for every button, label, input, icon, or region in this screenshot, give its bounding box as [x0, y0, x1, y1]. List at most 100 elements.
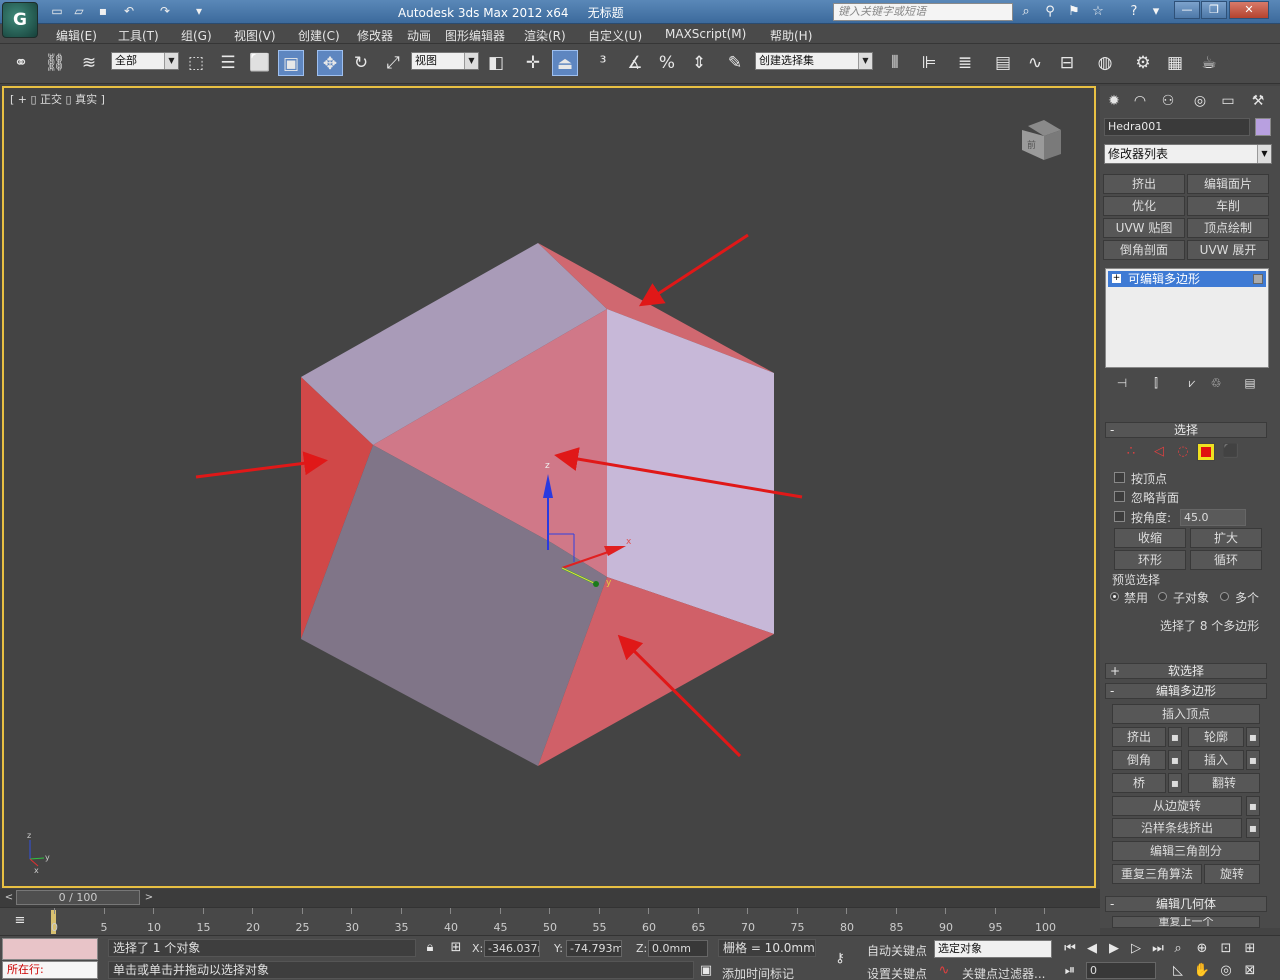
reference-coordinate-dropdown[interactable]: 视图 ▼: [411, 52, 479, 70]
modifier-extrude-button[interactable]: 挤出: [1103, 174, 1185, 194]
redo-icon[interactable]: ↷: [156, 3, 174, 20]
menu-customize[interactable]: 自定义(U): [588, 27, 642, 44]
restore-button[interactable]: ❐: [1201, 1, 1227, 19]
undo-icon[interactable]: ↶: [120, 3, 138, 20]
modifier-optimize-button[interactable]: 优化: [1103, 196, 1185, 216]
menu-tools[interactable]: 工具(T): [118, 27, 159, 44]
rollout-soft-selection[interactable]: + 软选择: [1105, 663, 1267, 679]
modifier-uvw-map-button[interactable]: UVW 贴图: [1103, 218, 1185, 238]
menu-modifiers[interactable]: 修改器: [357, 27, 393, 44]
selection-filter-dropdown[interactable]: 全部 ▼: [111, 52, 179, 70]
preview-multi-radio[interactable]: [1220, 592, 1229, 601]
lock-selection-icon[interactable]: 🔒︎: [420, 939, 440, 957]
show-end-result-icon[interactable]: ⫿: [1146, 376, 1166, 392]
binoculars-icon[interactable]: ⌕: [1016, 3, 1036, 21]
menu-views[interactable]: 视图(V): [234, 27, 276, 44]
object-name-field[interactable]: Hedra001: [1104, 118, 1250, 136]
ring-button[interactable]: 环形: [1114, 550, 1186, 570]
key-icon[interactable]: ⚷: [830, 950, 850, 968]
extrude-button[interactable]: 挤出: [1112, 727, 1166, 747]
material-editor-icon[interactable]: ◍: [1092, 50, 1118, 76]
ignore-backfacing-checkbox[interactable]: [1114, 491, 1125, 502]
time-slider[interactable]: < 0 / 100 >: [0, 889, 1100, 907]
extrude-spline-settings-button[interactable]: ▪: [1246, 818, 1260, 838]
schematic-view-icon[interactable]: ⊟: [1054, 50, 1080, 76]
open-file-icon[interactable]: ▱: [70, 3, 88, 20]
quick-access-dropdown-icon[interactable]: ▾: [190, 3, 208, 20]
make-unique-icon[interactable]: ⩗: [1182, 376, 1202, 392]
close-button[interactable]: ✕: [1229, 1, 1269, 19]
absolute-mode-icon[interactable]: ⊞: [446, 939, 466, 957]
modifier-bevel-profile-button[interactable]: 倒角剖面: [1103, 240, 1185, 260]
modifier-list-dropdown[interactable]: 修改器列表 ▼: [1104, 144, 1272, 164]
spinner-snap-icon[interactable]: ⇕: [686, 50, 712, 76]
unlink-selection-icon[interactable]: ⛓: [42, 50, 68, 76]
select-and-scale-icon[interactable]: ⤢: [380, 50, 406, 76]
angle-value-spinner[interactable]: 45.0: [1180, 509, 1246, 526]
subscription-icon[interactable]: ⚲: [1040, 3, 1060, 21]
stack-item-editable-poly[interactable]: + 可编辑多边形: [1108, 271, 1266, 287]
modifier-stack[interactable]: + 可编辑多边形: [1105, 268, 1269, 368]
new-file-icon[interactable]: ▭: [48, 3, 66, 20]
mini-curve-editor-icon[interactable]: ≡: [10, 912, 30, 930]
gizmo-center[interactable]: [593, 581, 599, 587]
vertex-mode-icon[interactable]: ∴: [1122, 443, 1140, 461]
edge-mode-icon[interactable]: ◁: [1150, 443, 1168, 461]
select-object-icon[interactable]: ⬚: [183, 50, 209, 76]
bevel-settings-button[interactable]: ▪: [1168, 750, 1182, 770]
flip-button[interactable]: 翻转: [1188, 773, 1260, 793]
modifier-unwrap-uvw-button[interactable]: UVW 展开: [1187, 240, 1269, 260]
render-setup-icon[interactable]: ⚙: [1130, 50, 1156, 76]
pin-stack-icon[interactable]: ⊣: [1112, 376, 1132, 392]
menu-animation[interactable]: 动画: [407, 27, 431, 44]
angle-snap-icon[interactable]: ∡: [622, 50, 648, 76]
help-dropdown-icon[interactable]: ▾: [1146, 3, 1166, 21]
by-vertex-checkbox[interactable]: [1114, 472, 1125, 483]
maxscript-listener[interactable]: [2, 938, 98, 960]
polygon-mode-icon[interactable]: [1197, 443, 1215, 461]
expand-icon[interactable]: +: [1112, 274, 1121, 283]
add-time-tag-icon[interactable]: ▣: [696, 962, 716, 980]
minimize-button[interactable]: —: [1174, 1, 1200, 19]
play-icon[interactable]: ▶: [1104, 940, 1124, 958]
auto-key-button[interactable]: 自动关键点: [867, 942, 927, 959]
edit-triangulation-button[interactable]: 编辑三角剖分: [1112, 841, 1260, 861]
track-bar[interactable]: ≡ 0 5 10 15 20 25 30 35 40 45 50 55 60 65 70 75 80 85 90 95…: [0, 907, 1100, 935]
pivot-center-icon[interactable]: ◧: [483, 50, 509, 76]
previous-key-icon[interactable]: ◀: [1082, 940, 1102, 958]
turn-button[interactable]: 旋转: [1204, 864, 1260, 884]
next-key-icon[interactable]: ▷: [1126, 940, 1146, 958]
y-coordinate-field[interactable]: -74.793mm: [566, 940, 622, 957]
inset-settings-button[interactable]: ▪: [1246, 750, 1260, 770]
select-and-move-icon[interactable]: ✥: [317, 50, 343, 76]
save-file-icon[interactable]: ▪: [94, 3, 112, 20]
modifier-vertex-paint-button[interactable]: 顶点绘制: [1187, 218, 1269, 238]
favorites-star-icon[interactable]: ☆: [1088, 3, 1108, 21]
hierarchy-tab-icon[interactable]: ⚇: [1156, 90, 1180, 112]
motion-tab-icon[interactable]: ◎: [1188, 90, 1212, 112]
extrude-settings-button[interactable]: ▪: [1168, 727, 1182, 747]
edit-named-selection-icon[interactable]: ✎: [722, 50, 748, 76]
x-coordinate-field[interactable]: -346.037m: [484, 940, 540, 957]
add-time-tag[interactable]: 添加时间标记: [722, 965, 794, 980]
modify-tab-icon[interactable]: ◠: [1128, 90, 1152, 112]
previous-frame-icon[interactable]: <: [2, 890, 16, 905]
hedra-face-right[interactable]: [607, 309, 774, 634]
insert-vertex-button[interactable]: 插入顶点: [1112, 704, 1260, 724]
loop-button[interactable]: 循环: [1190, 550, 1262, 570]
zoom-icon[interactable]: ⌕: [1168, 940, 1188, 958]
keyboard-shortcut-override-icon[interactable]: ⏏: [552, 50, 578, 76]
configure-modifier-sets-icon[interactable]: ▤: [1240, 376, 1260, 392]
field-of-view-icon[interactable]: ◺: [1168, 962, 1188, 980]
layer-manager-icon[interactable]: ≣: [952, 50, 978, 76]
menu-edit[interactable]: 编辑(E): [56, 27, 97, 44]
zoom-extents-all-icon[interactable]: ⊞: [1240, 940, 1260, 958]
menu-graph-editors[interactable]: 图形编辑器: [445, 27, 505, 44]
graphite-toolbar-icon[interactable]: ▤: [990, 50, 1016, 76]
modifier-edit-patch-button[interactable]: 编辑面片: [1187, 174, 1269, 194]
menu-group[interactable]: 组(G): [181, 27, 212, 44]
modifier-lathe-button[interactable]: 车削: [1187, 196, 1269, 216]
set-key-button[interactable]: 设置关键点: [867, 965, 927, 980]
curve-editor-icon[interactable]: ∿: [1022, 50, 1048, 76]
viewcube[interactable]: 前: [1022, 120, 1061, 160]
